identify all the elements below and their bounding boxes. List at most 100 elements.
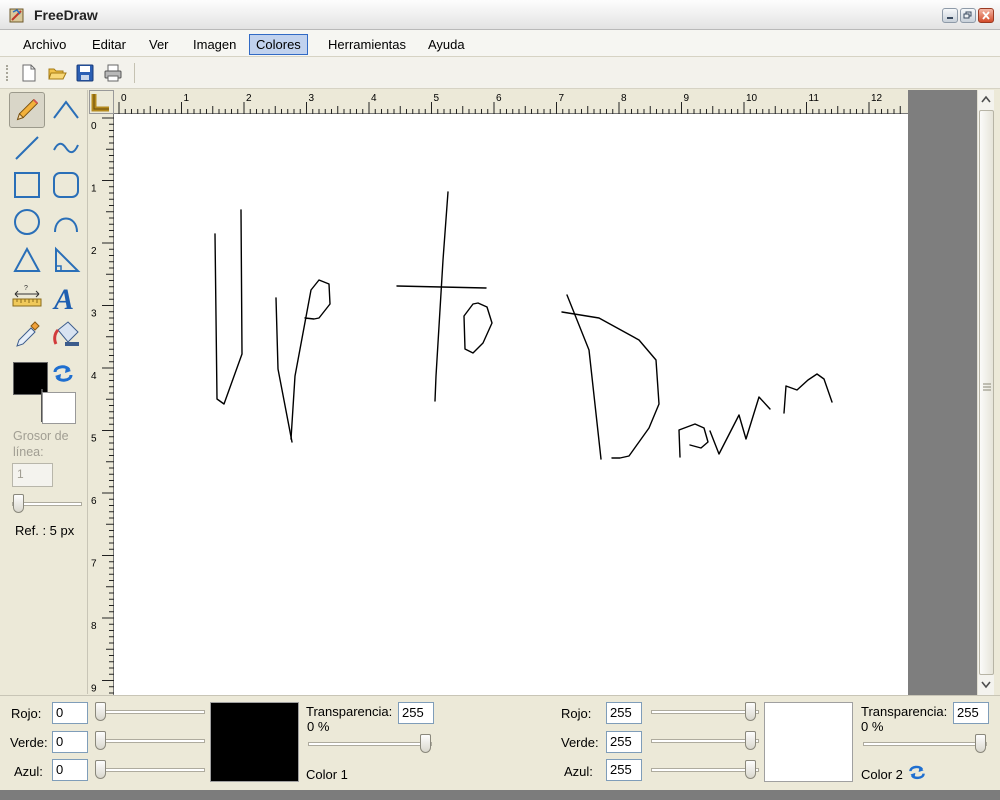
ruler-label: 5	[91, 434, 97, 445]
color1-transparency-slider-thumb[interactable]	[420, 734, 431, 753]
drawing-canvas[interactable]	[114, 114, 908, 695]
maximize-button[interactable]	[960, 8, 976, 23]
color1-green-slider-thumb[interactable]	[95, 731, 106, 750]
menu-editar[interactable]: Editar	[85, 34, 133, 55]
color2-red-input[interactable]: 255	[606, 702, 642, 724]
color2-blue-input[interactable]: 255	[606, 759, 642, 781]
ruler-label: 3	[309, 93, 315, 104]
color2-transparency-slider-track[interactable]	[863, 742, 987, 746]
ruler-corner-icon	[91, 94, 109, 112]
line-width-slider-thumb[interactable]	[13, 494, 24, 513]
ruler-label: 9	[684, 93, 690, 104]
color1-blue-input[interactable]: 0	[52, 759, 88, 781]
color-panel: Rojo: 0 Verde: 0 Azul: 0 Transparencia: …	[0, 695, 1000, 790]
color2-green-slider-thumb[interactable]	[745, 731, 756, 750]
ruler-label: 11	[809, 93, 820, 104]
horizontal-ruler-ticks: 0 1 2 3 4 5 6 7 8 9 10 11 12	[118, 93, 901, 114]
color1-blue-slider-track[interactable]	[97, 768, 205, 772]
swap-colors-icon[interactable]	[907, 763, 927, 781]
ruler-label: 7	[559, 93, 565, 104]
ruler-label: 12	[871, 93, 883, 104]
color2-red-slider-track[interactable]	[651, 710, 759, 714]
vertical-ruler-ticks: 0 1 2 3 4 5 6 7 8 9	[91, 117, 114, 695]
close-button[interactable]	[978, 8, 994, 23]
ruler-corner[interactable]	[89, 90, 114, 114]
freeform-tool-icon[interactable]	[48, 130, 84, 166]
arc-tool-icon[interactable]	[48, 204, 84, 240]
new-document-icon[interactable]	[18, 62, 40, 84]
ellipse-tool-icon[interactable]	[9, 204, 45, 240]
color2-red-slider-thumb[interactable]	[745, 702, 756, 721]
horizontal-ruler: 0 1 2 3 4 5 6 7 8 9 10 11 12	[114, 90, 908, 114]
open-folder-icon[interactable]	[46, 62, 68, 84]
line-tool-icon[interactable]	[9, 130, 45, 166]
status-strip	[0, 790, 1000, 800]
app-icon	[9, 8, 24, 23]
scroll-up-arrow-icon[interactable]	[978, 91, 994, 108]
pencil-tool-icon[interactable]	[9, 92, 45, 128]
minimize-button[interactable]	[942, 8, 958, 23]
triangle-tool-icon[interactable]	[9, 242, 45, 278]
close-icon	[982, 11, 990, 20]
rectangle-tool-icon[interactable]	[9, 167, 45, 203]
toolbar-grip[interactable]	[6, 65, 8, 81]
rounded-rectangle-tool-icon[interactable]	[48, 167, 84, 203]
eyedropper-tool-icon[interactable]	[9, 316, 45, 352]
menu-herramientas[interactable]: Herramientas	[321, 34, 413, 55]
color1-green-label: Verde:	[10, 735, 48, 750]
menu-ayuda[interactable]: Ayuda	[421, 34, 472, 55]
ruler-label: 1	[184, 93, 190, 104]
paint-bucket-tool-icon[interactable]	[48, 316, 84, 352]
vertical-scrollbar[interactable]	[977, 90, 994, 695]
ruler-label: 7	[91, 559, 97, 570]
menu-imagen[interactable]: Imagen	[186, 34, 243, 55]
curve-tool-icon[interactable]	[48, 92, 84, 128]
ruler-label: 2	[246, 93, 252, 104]
text-tool-icon[interactable]: A	[48, 279, 84, 315]
toolbar-separator	[134, 63, 135, 83]
color2-blue-slider-thumb[interactable]	[745, 760, 756, 779]
swap-colors-icon[interactable]	[51, 362, 75, 384]
color1-red-slider-track[interactable]	[97, 710, 205, 714]
color1-green-slider-track[interactable]	[97, 739, 205, 743]
menu-archivo[interactable]: Archivo	[16, 34, 73, 55]
toolbar	[0, 57, 1000, 89]
secondary-color-swatch[interactable]	[42, 392, 76, 424]
scroll-down-arrow-icon[interactable]	[978, 676, 994, 693]
scrollbar-thumb[interactable]	[979, 110, 994, 675]
ruler-label: 4	[91, 371, 97, 382]
color1-transparency-percent: 0 %	[307, 719, 330, 734]
color1-label: Color 1	[306, 767, 348, 782]
line-width-label: Grosor de línea:	[13, 429, 69, 459]
right-triangle-tool-icon[interactable]	[48, 242, 84, 278]
color1-red-input[interactable]: 0	[52, 702, 88, 724]
handwriting-drawing	[214, 191, 833, 460]
minimize-icon	[947, 17, 953, 19]
ruler-label: 0	[91, 121, 97, 132]
ruler-label: 0	[121, 93, 127, 104]
window-title: FreeDraw	[34, 7, 98, 23]
color2-blue-slider-track[interactable]	[651, 768, 759, 772]
print-icon[interactable]	[102, 62, 124, 84]
color1-red-slider-thumb[interactable]	[95, 702, 106, 721]
save-icon[interactable]	[74, 62, 96, 84]
color1-transparency-input[interactable]: 255	[398, 702, 434, 724]
vertical-ruler: 0 1 2 3 4 5 6 7 8 9	[89, 114, 114, 695]
menu-colores[interactable]: Colores	[249, 34, 308, 55]
ruler-label: 10	[746, 93, 758, 104]
ruler-label: 5	[434, 93, 440, 104]
measure-tool-icon[interactable]: ?	[9, 279, 45, 315]
color1-green-input[interactable]: 0	[52, 731, 88, 753]
svg-text:?: ?	[24, 285, 28, 292]
menu-ver[interactable]: Ver	[142, 34, 176, 55]
color2-transparency-slider-thumb[interactable]	[975, 734, 986, 753]
color2-green-slider-track[interactable]	[651, 739, 759, 743]
color1-blue-slider-thumb[interactable]	[95, 760, 106, 779]
line-width-input[interactable]: 1	[12, 463, 53, 487]
color1-transparency-slider-track[interactable]	[308, 742, 432, 746]
ruler-label: 3	[91, 309, 97, 320]
color2-transparency-input[interactable]: 255	[953, 702, 989, 724]
title-bar: FreeDraw	[0, 0, 1000, 30]
color2-green-input[interactable]: 255	[606, 731, 642, 753]
color2-preview	[764, 702, 853, 782]
